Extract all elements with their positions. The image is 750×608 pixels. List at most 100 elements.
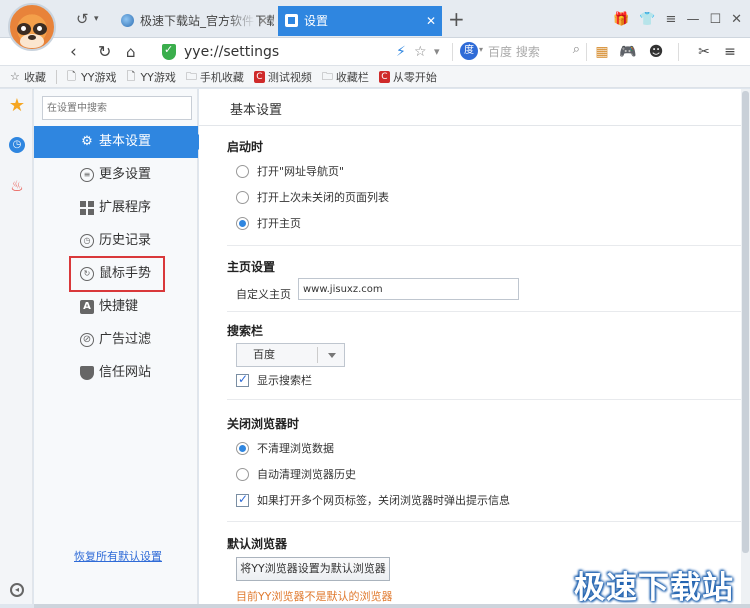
search-engine-select[interactable]: 百度: [236, 343, 345, 367]
menu-icon[interactable]: ≡: [666, 12, 677, 27]
checkbox-checked[interactable]: [236, 372, 249, 387]
radio-button[interactable]: [236, 190, 249, 204]
window-controls: 🎁 👕 ≡ — ☐ ✕: [613, 8, 742, 30]
gear-icon: ⚙: [81, 134, 93, 149]
page-icon: 🗋: [126, 69, 136, 83]
set-default-browser-button[interactable]: 将YY浏览器设置为默认浏览器: [236, 557, 390, 581]
search-input[interactable]: 百度 搜索: [488, 43, 540, 61]
close-window-icon[interactable]: ✕: [731, 12, 742, 27]
chevron-down-icon[interactable]: ▾: [434, 43, 440, 61]
url-text[interactable]: yye://settings: [184, 43, 279, 61]
startup-option-restore[interactable]: 打开上次未关闭的页面列表: [236, 189, 389, 205]
minimize-icon[interactable]: —: [686, 12, 699, 27]
scrollbar-thumb[interactable]: [742, 91, 749, 553]
sidebar-item-extensions[interactable]: 扩展程序: [34, 192, 198, 224]
back-icon[interactable]: ‹: [70, 41, 77, 63]
folder-icon: 🗀: [321, 69, 333, 83]
bookmarks-bar: ☆ 收藏 🗋 YY游戏 🗋 YY游戏 🗀 手机收藏 C 测试视频 🗀 收藏栏 C…: [0, 66, 750, 88]
red-c-icon: C: [378, 70, 390, 83]
startup-option-home[interactable]: 打开主页: [236, 215, 301, 231]
menu-icon[interactable]: ≡: [720, 42, 740, 62]
homepage-label: 自定义主页: [236, 288, 291, 301]
yy-browser-logo[interactable]: [8, 3, 56, 51]
homepage-url-input[interactable]: [298, 278, 519, 300]
search-box[interactable]: 度 ▾ 百度 搜索 ⌕: [460, 41, 580, 63]
undo-close-tab-icon[interactable]: ↺: [76, 9, 89, 29]
clock-icon: ◷: [80, 234, 94, 248]
close-option-clear[interactable]: 自动清理浏览器历史: [236, 466, 356, 482]
radio-button[interactable]: [236, 467, 249, 481]
apps-grid-icon[interactable]: ▦: [592, 42, 612, 62]
vertical-scrollbar[interactable]: [741, 89, 750, 604]
bookmark-item[interactable]: 🗋 YY游戏: [67, 69, 116, 85]
list-icon: ≡: [80, 168, 94, 182]
bookmark-favorites[interactable]: ☆ 收藏: [10, 69, 46, 85]
reload-icon[interactable]: ↻: [98, 41, 111, 63]
sidebar-item-adblock[interactable]: ⊘ 广告过滤: [34, 324, 198, 356]
page-icon: 🗋: [67, 69, 76, 83]
settings-search-input[interactable]: [42, 96, 192, 120]
close-option-keep[interactable]: 不清理浏览数据: [236, 440, 334, 456]
settings-page-icon: [285, 14, 298, 27]
side-rail: ★ ◷ ♨ ◂: [0, 89, 33, 604]
maximize-icon[interactable]: ☐: [709, 12, 721, 27]
home-icon[interactable]: ⌂: [126, 41, 136, 63]
star-icon: ☆: [10, 69, 20, 83]
lightning-icon[interactable]: ⚡: [396, 43, 406, 61]
ban-icon: ⊘: [80, 333, 94, 347]
hot-fire-icon[interactable]: ♨: [8, 177, 26, 195]
restore-defaults-link[interactable]: 恢复所有默认设置: [74, 548, 162, 564]
gift-icon[interactable]: 🎁: [613, 12, 629, 27]
sidebar-item-history[interactable]: ◷ 历史记录: [34, 225, 198, 257]
radio-button-selected[interactable]: [236, 216, 249, 230]
folder-icon: 🗀: [185, 69, 197, 83]
sidebar-item-trusted[interactable]: 信任网站: [34, 357, 198, 389]
history-clock-icon[interactable]: ◷: [9, 137, 25, 153]
skin-icon[interactable]: 👕: [639, 12, 655, 27]
title-bar: ↺ ▾ 极速下载站_官方软件下载_绿 ✕ 设置 ✕ + 🎁 👕 ≡ — ☐ ✕: [0, 0, 750, 38]
close-warn-option[interactable]: 如果打开多个网页标签，关闭浏览器时弹出提示信息: [236, 492, 510, 508]
yy-face-icon[interactable]: ☻: [646, 42, 666, 62]
sidebar-item-more[interactable]: ≡ 更多设置: [34, 159, 198, 191]
secure-shield-icon: [162, 43, 176, 60]
bookmark-item[interactable]: C 从零开始: [378, 69, 437, 85]
section-title-on-close: 关闭浏览器时: [227, 417, 300, 431]
letter-a-icon: A: [80, 300, 94, 314]
default-browser-status: 目前YY浏览器不是默认的浏览器: [236, 590, 393, 603]
new-tab-button[interactable]: +: [448, 7, 465, 31]
bookmark-item[interactable]: C 测试视频: [253, 69, 312, 85]
shield-icon: [80, 366, 94, 380]
show-searchbar-option[interactable]: 显示搜索栏: [236, 372, 312, 388]
gamepad-icon[interactable]: 🎮: [618, 42, 638, 62]
exit-icon[interactable]: ◂: [10, 583, 24, 597]
baidu-paw-icon[interactable]: 度: [460, 42, 478, 60]
bookmark-item[interactable]: 🗀 手机收藏: [186, 69, 244, 85]
grid-icon: [80, 201, 94, 215]
tab-label: 设置: [304, 14, 329, 28]
screenshot-scissors-icon[interactable]: ✂: [694, 42, 714, 62]
sidebar-item-basic[interactable]: ⚙ 基本设置: [34, 126, 206, 158]
sidebar-item-shortcuts[interactable]: A 快捷键: [34, 291, 198, 323]
favorites-star-icon[interactable]: ★: [8, 97, 26, 115]
section-title-default-browser: 默认浏览器: [227, 537, 288, 551]
bookmark-star-icon[interactable]: ☆: [414, 43, 427, 61]
chevron-down-icon[interactable]: ▾: [94, 9, 99, 29]
close-tab-icon[interactable]: ✕: [426, 6, 436, 36]
close-tab-icon[interactable]: ✕: [258, 6, 268, 36]
settings-sidebar: ⚙ 基本设置 ≡ 更多设置 扩展程序 ◷ 历史记录 ↻ 鼠标手势 A 快捷键 ⊘…: [34, 89, 206, 604]
chevron-down-icon: [328, 353, 336, 358]
bookmark-item[interactable]: 🗀 收藏栏: [322, 69, 369, 85]
section-title-searchbar: 搜索栏: [227, 324, 264, 338]
tab-settings[interactable]: 设置 ✕: [278, 6, 442, 36]
settings-main-panel: 基本设置 启动时 打开"网址导航页" 打开上次未关闭的页面列表 打开主页 主页设…: [199, 89, 741, 604]
search-icon[interactable]: ⌕: [573, 42, 580, 57]
tab-jisuxz[interactable]: 极速下载站_官方软件下载_绿 ✕: [114, 6, 274, 36]
startup-option-nav[interactable]: 打开"网址导航页": [236, 163, 344, 179]
radio-button[interactable]: [236, 164, 249, 178]
bookmark-item[interactable]: 🗋 YY游戏: [126, 69, 175, 85]
section-title-startup: 启动时: [227, 140, 264, 154]
chevron-down-icon[interactable]: ▾: [479, 45, 483, 54]
red-c-icon: C: [253, 70, 265, 83]
checkbox-checked[interactable]: [236, 492, 249, 507]
radio-button-selected[interactable]: [236, 441, 249, 455]
